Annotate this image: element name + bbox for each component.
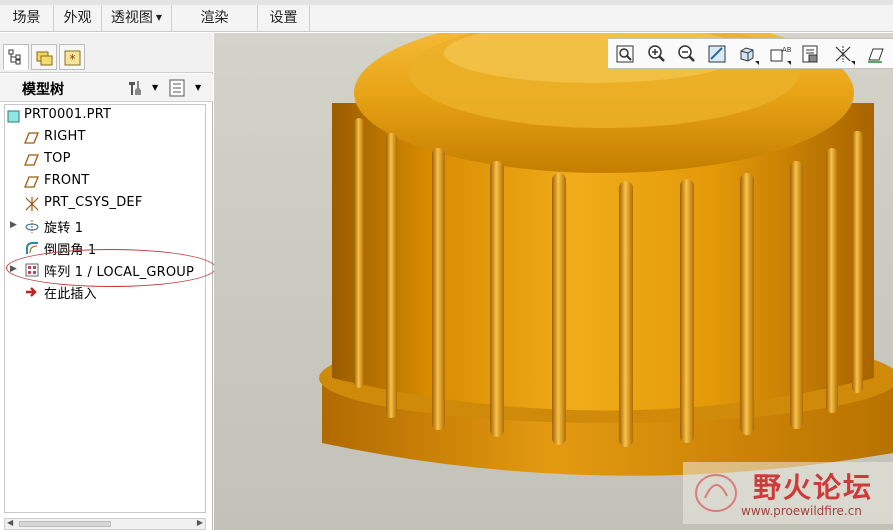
menu-scene[interactable]: 场景 xyxy=(0,5,54,32)
tools-icon xyxy=(129,81,141,95)
watermark-logo-icon xyxy=(695,474,737,512)
coordinate-system-icon xyxy=(25,197,39,211)
svg-text:AB: AB xyxy=(782,46,791,54)
model-tree-icon xyxy=(8,49,21,65)
cap-3d-model xyxy=(319,33,893,476)
zoom-out-button[interactable] xyxy=(674,42,700,66)
menu-perspective[interactable]: 透视图 ▼ xyxy=(102,5,172,32)
revolve-icon xyxy=(25,220,39,233)
red-highlight-annotation xyxy=(6,249,216,287)
dropdown-indicator-icon xyxy=(787,61,791,65)
menu-render[interactable]: 渲染 xyxy=(172,5,258,32)
model-tree-title: 模型树 xyxy=(22,82,64,98)
part-icon xyxy=(7,110,20,123)
watermark-text: 野火论坛 xyxy=(753,471,874,504)
refit-icon xyxy=(616,45,634,63)
tree-horizontal-scrollbar[interactable]: ◀ ▶ xyxy=(4,518,206,530)
repaint-button[interactable] xyxy=(704,42,730,66)
tree-item-part[interactable]: PRT0001.PRT xyxy=(5,105,205,127)
forum-watermark: 野火论坛 www.proewildfire.cn xyxy=(683,462,893,524)
shading-icon xyxy=(740,47,754,62)
insert-here-arrow-icon xyxy=(26,287,37,297)
chevron-down-icon: ▼ xyxy=(155,13,163,22)
saved-orientations-icon xyxy=(802,45,818,63)
tree-item-front[interactable]: FRONT xyxy=(5,171,205,193)
saved-orientations-button[interactable] xyxy=(798,42,824,66)
tree-show-button[interactable]: ▼ xyxy=(168,78,204,98)
tree-item-csys[interactable]: PRT_CSYS_DEF xyxy=(5,193,205,215)
watermark-url: www.proewildfire.cn xyxy=(741,504,862,518)
named-views-button[interactable]: AB xyxy=(766,42,792,66)
tree-item-top[interactable]: TOP xyxy=(5,149,205,171)
zoom-in-button[interactable] xyxy=(644,42,670,66)
datum-display-button[interactable] xyxy=(830,42,856,66)
datum-plane-icon xyxy=(24,132,39,144)
zoom-in-icon xyxy=(648,45,665,62)
model-tree-tab[interactable] xyxy=(3,44,29,70)
dropdown-indicator-icon xyxy=(755,61,759,65)
folder-icon xyxy=(36,51,53,66)
zoom-out-icon xyxy=(678,45,695,62)
tree-settings-button[interactable]: ▼ xyxy=(126,78,160,98)
dropdown-indicator-icon xyxy=(851,61,855,65)
annotation-display-icon xyxy=(868,48,884,63)
menu-appearance[interactable]: 外观 xyxy=(54,5,102,32)
top-menu-bar: 场景 外观 透视图 ▼ 渲染 设置 xyxy=(0,0,893,32)
favorites-tab[interactable]: * xyxy=(59,44,85,70)
tree-item-revolve[interactable]: ▶ 旋转 1 xyxy=(5,215,205,237)
chevron-down-icon: ▼ xyxy=(195,83,202,92)
refit-button[interactable] xyxy=(612,42,638,66)
menu-settings[interactable]: 设置 xyxy=(258,5,310,32)
folder-browser-tab[interactable] xyxy=(31,44,57,70)
graphics-viewport[interactable]: AB 野火论坛 www.proewildfire.cn xyxy=(214,33,893,530)
scroll-right-icon[interactable]: ▶ xyxy=(197,518,203,527)
favorites-icon: * xyxy=(64,50,81,66)
model-tree: PRT0001.PRT RIGHT TOP FRONT PRT_CSYS_DEF… xyxy=(4,104,206,513)
repaint-icon xyxy=(708,45,726,63)
shading-button[interactable] xyxy=(734,42,760,66)
annotation-display-button[interactable] xyxy=(862,42,888,66)
datum-plane-icon xyxy=(24,154,39,166)
view-toolbar: AB xyxy=(607,38,893,69)
scroll-left-icon[interactable]: ◀ xyxy=(7,518,13,527)
navigator-panel: * 模型树 ▼ ▼ PRT0001.PRT RIGHT TOP FRONT PR… xyxy=(0,33,216,530)
datum-plane-icon xyxy=(24,176,39,188)
scroll-thumb[interactable] xyxy=(19,521,111,527)
navigator-tabs: * xyxy=(0,33,213,73)
model-tree-header: 模型树 ▼ ▼ xyxy=(0,74,213,102)
expand-arrow-icon[interactable]: ▶ xyxy=(10,220,17,230)
list-icon xyxy=(169,79,185,97)
chevron-down-icon: ▼ xyxy=(152,83,159,92)
datum-display-icon xyxy=(835,46,851,62)
svg-text:*: * xyxy=(70,52,76,66)
tree-item-right[interactable]: RIGHT xyxy=(5,127,205,149)
